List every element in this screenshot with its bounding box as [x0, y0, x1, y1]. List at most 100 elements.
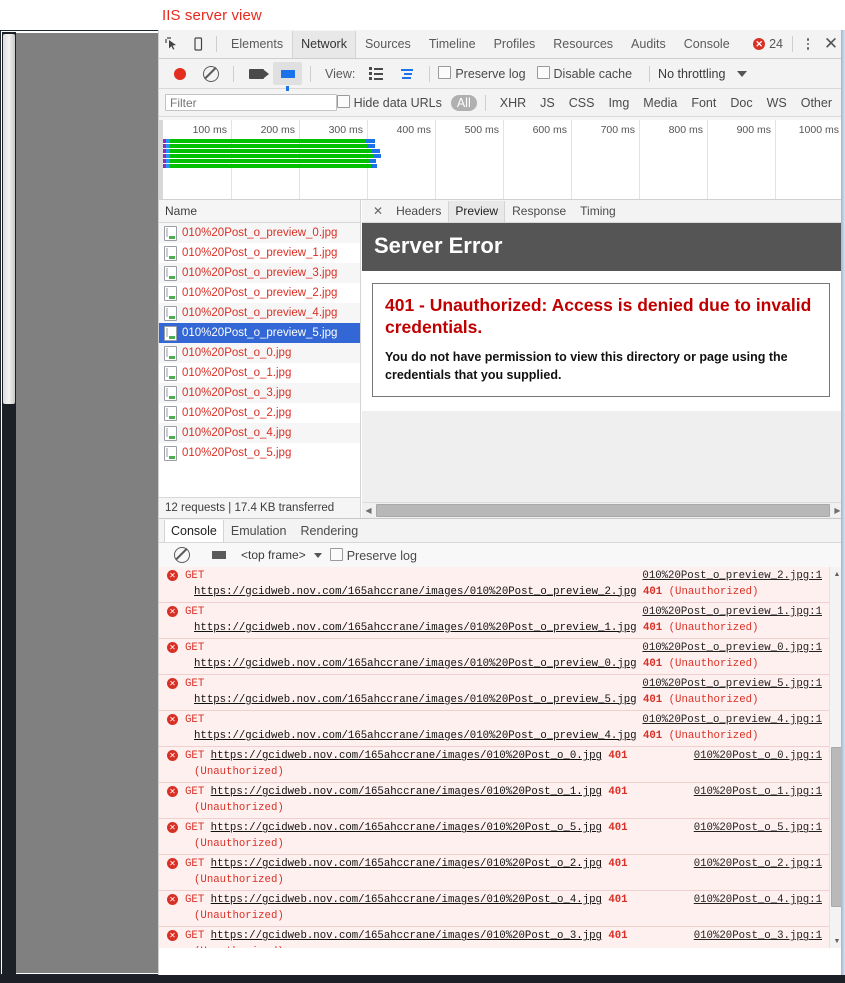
console-source-link[interactable]: 010%20Post_o_preview_5.jpg:1 [642, 677, 822, 693]
error-circle-icon: ✕ [753, 38, 766, 50]
console-source-link[interactable]: 010%20Post_o_3.jpg:1 [694, 929, 822, 945]
error-count-badge[interactable]: ✕ 24 [753, 37, 787, 51]
type-filter-xhr[interactable]: XHR [494, 95, 532, 111]
waterfall-view-button[interactable] [392, 62, 421, 85]
console-source-link[interactable]: 010%20Post_o_preview_1.jpg:1 [642, 605, 822, 621]
console-url[interactable]: https://gcidweb.nov.com/165ahccrane/imag… [194, 586, 637, 598]
console-source-link[interactable]: 010%20Post_o_2.jpg:1 [694, 857, 822, 873]
request-row[interactable]: 010%20Post_o_3.jpg [159, 383, 360, 403]
drawer-tab-emulation[interactable]: Emulation [224, 520, 294, 542]
console-url[interactable]: https://gcidweb.nov.com/165ahccrane/imag… [211, 894, 602, 906]
clear-button[interactable] [196, 62, 225, 85]
preview-horizontal-scrollbar[interactable]: ◀ ▶ [362, 502, 844, 518]
console-url[interactable]: https://gcidweb.nov.com/165ahccrane/imag… [194, 694, 637, 706]
console-source-link[interactable]: 010%20Post_o_4.jpg:1 [694, 893, 822, 909]
console-log-row[interactable]: ✕ 010%20Post_o_preview_2.jpg:1 GET https://… [159, 567, 830, 604]
tab-sources[interactable]: Sources [356, 31, 420, 58]
tab-resources[interactable]: Resources [544, 31, 622, 58]
type-filter-img[interactable]: Img [602, 95, 635, 111]
request-row[interactable]: 010%20Post_o_1.jpg [159, 363, 360, 383]
type-filter-ws[interactable]: WS [761, 95, 793, 111]
tab-audits[interactable]: Audits [622, 31, 675, 58]
console-log-row[interactable]: ✕ 010%20Post_o_preview_1.jpg:1 GET https://… [159, 603, 830, 640]
detail-tab-timing[interactable]: Timing [573, 201, 623, 222]
detail-tab-response[interactable]: Response [505, 201, 573, 222]
console-log-row[interactable]: ✕ 010%20Post_o_5.jpg:1 GET https://gcidweb… [159, 819, 830, 856]
console-source-link[interactable]: 010%20Post_o_preview_4.jpg:1 [642, 713, 822, 729]
console-clear-button[interactable] [167, 544, 196, 567]
scroll-left-icon[interactable]: ◀ [362, 506, 375, 515]
request-row[interactable]: 010%20Post_o_preview_5.jpg [159, 323, 360, 343]
console-log-row[interactable]: ✕ 010%20Post_o_3.jpg:1 GET https://gcidweb… [159, 927, 830, 948]
request-row[interactable]: 010%20Post_o_4.jpg [159, 423, 360, 443]
console-source-link[interactable]: 010%20Post_o_1.jpg:1 [694, 785, 822, 801]
list-view-button[interactable] [361, 62, 390, 85]
type-filter-all[interactable]: All [450, 94, 477, 111]
type-filter-css[interactable]: CSS [563, 95, 601, 111]
console-url[interactable]: https://gcidweb.nov.com/165ahccrane/imag… [211, 930, 602, 942]
filter-toggle-button[interactable] [273, 62, 302, 91]
console-url[interactable]: https://gcidweb.nov.com/165ahccrane/imag… [194, 730, 637, 742]
request-row[interactable]: 010%20Post_o_preview_1.jpg [159, 243, 360, 263]
console-url[interactable]: https://gcidweb.nov.com/165ahccrane/imag… [211, 786, 602, 798]
console-filter-button[interactable] [204, 544, 233, 567]
request-row[interactable]: 010%20Post_o_preview_3.jpg [159, 263, 360, 283]
disable-cache-checkbox[interactable]: Disable cache [536, 66, 632, 81]
console-source-link[interactable]: 010%20Post_o_preview_0.jpg:1 [642, 641, 822, 657]
more-options-icon[interactable] [798, 38, 818, 50]
request-row[interactable]: 010%20Post_o_preview_2.jpg [159, 283, 360, 303]
console-source-link[interactable]: 010%20Post_o_preview_2.jpg:1 [642, 569, 822, 585]
toggle-device-mode-icon[interactable] [185, 31, 211, 57]
console-log-row[interactable]: ✕ 010%20Post_o_1.jpg:1 GET https://gcidweb… [159, 783, 830, 820]
console-url[interactable]: https://gcidweb.nov.com/165ahccrane/imag… [211, 858, 602, 870]
page-scrollbar[interactable] [2, 32, 16, 975]
filter-input[interactable] [165, 94, 337, 111]
horizontal-scroll-thumb[interactable] [376, 504, 830, 517]
page-scrollbar-thumb[interactable] [3, 34, 15, 404]
console-source-link[interactable]: 010%20Post_o_0.jpg:1 [694, 749, 822, 765]
type-filter-js[interactable]: JS [534, 95, 561, 111]
drawer-tab-console[interactable]: Console [164, 519, 224, 542]
chevron-down-icon[interactable] [737, 70, 748, 77]
drawer-tab-rendering[interactable]: Rendering [293, 520, 365, 542]
tab-console[interactable]: Console [675, 31, 739, 58]
frame-chevron-down-icon[interactable] [313, 552, 322, 558]
console-log-row[interactable]: ✕ 010%20Post_o_4.jpg:1 GET https://gcidweb… [159, 891, 830, 928]
request-row[interactable]: 010%20Post_o_preview_0.jpg [159, 223, 360, 243]
console-url[interactable]: https://gcidweb.nov.com/165ahccrane/imag… [194, 658, 637, 670]
console-log-row[interactable]: ✕ 010%20Post_o_2.jpg:1 GET https://gcidweb… [159, 855, 830, 892]
console-log-row[interactable]: ✕ 010%20Post_o_preview_4.jpg:1 GET https://… [159, 711, 830, 748]
frame-selector[interactable]: <top frame> [241, 548, 306, 562]
throttling-select[interactable]: No throttling [658, 67, 725, 81]
detail-close-icon[interactable]: ✕ [367, 204, 389, 218]
inspect-element-icon[interactable] [159, 31, 185, 57]
type-filter-other[interactable]: Other [795, 95, 838, 111]
tab-timeline[interactable]: Timeline [420, 31, 485, 58]
tab-network[interactable]: Network [292, 30, 356, 58]
tab-elements[interactable]: Elements [222, 31, 292, 58]
console-log-row[interactable]: ✕ 010%20Post_o_0.jpg:1 GET https://gcidweb… [159, 747, 830, 784]
request-row[interactable]: 010%20Post_o_preview_4.jpg [159, 303, 360, 323]
detail-tab-headers[interactable]: Headers [389, 201, 448, 222]
console-log-row[interactable]: ✕ 010%20Post_o_preview_0.jpg:1 GET https://… [159, 639, 830, 676]
console-url[interactable]: https://gcidweb.nov.com/165ahccrane/imag… [194, 622, 637, 634]
console-source-link[interactable]: 010%20Post_o_5.jpg:1 [694, 821, 822, 837]
preserve-log-checkbox[interactable]: Preserve log [438, 66, 526, 81]
hide-data-urls-checkbox[interactable]: Hide data URLs [336, 95, 442, 110]
console-log-row[interactable]: ✕ 010%20Post_o_preview_5.jpg:1 GET https://… [159, 675, 830, 712]
console-url[interactable]: https://gcidweb.nov.com/165ahccrane/imag… [211, 750, 602, 762]
console-preserve-log-checkbox[interactable]: Preserve log [329, 547, 417, 563]
request-row[interactable]: 010%20Post_o_5.jpg [159, 443, 360, 463]
console-url[interactable]: https://gcidweb.nov.com/165ahccrane/imag… [211, 822, 602, 834]
request-row[interactable]: 010%20Post_o_0.jpg [159, 343, 360, 363]
detail-tab-preview[interactable]: Preview [448, 200, 506, 222]
request-row[interactable]: 010%20Post_o_2.jpg [159, 403, 360, 423]
tab-profiles[interactable]: Profiles [485, 31, 545, 58]
type-filter-media[interactable]: Media [637, 95, 683, 111]
column-header-name[interactable]: Name [159, 200, 360, 223]
type-filter-font[interactable]: Font [685, 95, 722, 111]
record-button[interactable] [165, 62, 194, 85]
network-overview-timeline[interactable]: 100 ms 200 ms 300 ms 400 ms 500 ms 600 ms 700 … [159, 117, 844, 200]
capture-screenshots-button[interactable] [242, 62, 271, 85]
type-filter-doc[interactable]: Doc [724, 95, 758, 111]
